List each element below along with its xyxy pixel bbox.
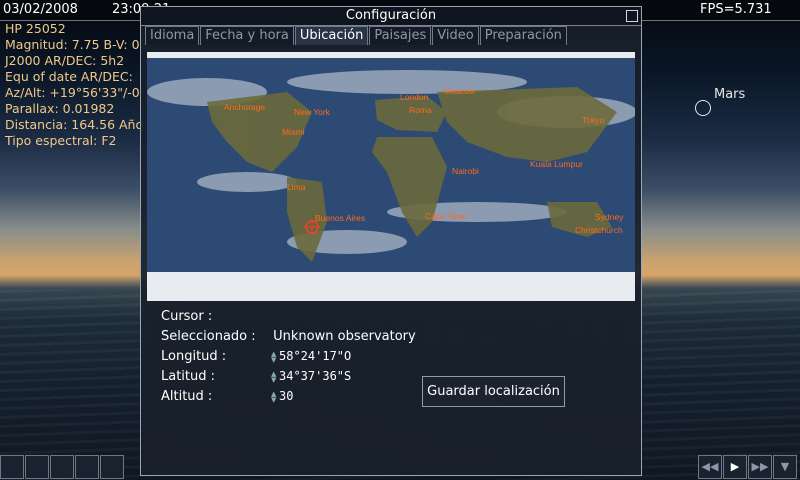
info-line: Tipo espectral: F2: [5, 133, 117, 148]
tab-idioma[interactable]: Idioma: [145, 26, 200, 45]
city-label: Moscow: [444, 86, 476, 96]
city-label: Kuala Lumpur: [530, 159, 583, 169]
constellation-art-icon[interactable]: [25, 455, 49, 479]
planet-label[interactable]: Mars: [714, 87, 745, 102]
tab-paisajes[interactable]: Paisajes: [369, 26, 432, 45]
city-label: London: [400, 92, 429, 102]
city-label: Nairobi: [452, 166, 479, 176]
constellation-lines-icon[interactable]: [0, 455, 24, 479]
city-label: Buenos Aires: [315, 213, 365, 223]
selected-label: Seleccionado :: [161, 329, 256, 344]
play-icon[interactable]: ▶: [723, 455, 747, 479]
planet-marker-icon[interactable]: [695, 100, 711, 116]
city-label: Tokyo: [582, 115, 604, 125]
azimuth-grid-icon[interactable]: [75, 455, 99, 479]
city-label: Anchorage: [224, 102, 265, 112]
cursor-label: Cursor :: [161, 309, 213, 324]
city-label: Cape Town: [425, 211, 468, 221]
equatorial-grid-icon[interactable]: [100, 455, 124, 479]
tab-preparacion[interactable]: Preparación: [479, 26, 567, 45]
city-label: Sydney: [595, 212, 624, 222]
fast-forward-icon[interactable]: ▶▶: [748, 455, 772, 479]
world-map[interactable]: Anchorage New York Miami London Roma Mos…: [147, 52, 635, 301]
save-location-button[interactable]: Guardar localización: [422, 376, 565, 407]
longitude-field[interactable]: 58°24'17"O: [279, 349, 351, 363]
info-line: HP 25052: [5, 21, 66, 36]
latitude-row: Latitud : ▲ ▼ 34°37'36"S: [161, 369, 351, 384]
info-line: Distancia: 164.56 Año: [5, 117, 144, 132]
info-line: J2000 AR/DEC: 5h2: [5, 53, 125, 68]
fps-text: FPS=5.731: [700, 2, 772, 17]
tab-video[interactable]: Video: [432, 26, 479, 45]
configuration-dialog: Configuración Idioma Fecha y hora Ubicac…: [140, 6, 642, 476]
info-line: Equ of date AR/DEC:: [5, 69, 133, 84]
selected-row: Seleccionado : Unknown observatory: [161, 329, 416, 344]
latitude-field[interactable]: 34°37'36"S: [279, 369, 351, 383]
latitude-label: Latitud :: [161, 369, 216, 384]
object-info-panel: HP 25052 Magnitud: 7.75 B-V: 0 J2000 AR/…: [5, 21, 143, 149]
altitude-label: Altitud :: [161, 389, 213, 404]
altitude-field[interactable]: 30: [279, 389, 293, 403]
altitude-row: Altitud : ▲ ▼ 30: [161, 389, 293, 404]
rewind-icon[interactable]: ◀◀: [698, 455, 722, 479]
tab-ubicacion[interactable]: Ubicación: [294, 26, 369, 45]
tab-fecha-y-hora[interactable]: Fecha y hora: [200, 26, 294, 45]
dialog-title[interactable]: Configuración: [141, 7, 641, 26]
spinner-icon[interactable]: ▲ ▼: [271, 370, 278, 383]
info-line: Magnitud: 7.75 B-V: 0: [5, 37, 140, 52]
info-line: Az/Alt: +19°56'33"/-0: [5, 85, 140, 100]
close-icon[interactable]: [626, 10, 638, 22]
spinner-icon[interactable]: ▲ ▼: [271, 390, 278, 403]
info-line: Parallax: 0.01982: [5, 101, 115, 116]
city-label: New York: [294, 107, 331, 117]
constellation-names-icon[interactable]: [50, 455, 74, 479]
longitude-label: Longitud :: [161, 349, 227, 364]
time-direction-icon[interactable]: ▼: [773, 455, 797, 479]
tab-bar: Idioma Fecha y hora Ubicación Paisajes V…: [145, 26, 568, 46]
longitude-row: Longitud : ▲ ▼ 58°24'17"O: [161, 349, 351, 364]
cursor-row: Cursor :: [161, 309, 269, 324]
spinner-icon[interactable]: ▲ ▼: [271, 350, 278, 363]
selected-value: Unknown observatory: [273, 329, 416, 344]
date-text: 03/02/2008: [3, 2, 78, 17]
city-label: Roma: [409, 105, 432, 115]
city-label: Miami: [282, 127, 305, 137]
city-label: Christchurch: [575, 225, 623, 235]
city-label: Lima: [287, 182, 306, 192]
